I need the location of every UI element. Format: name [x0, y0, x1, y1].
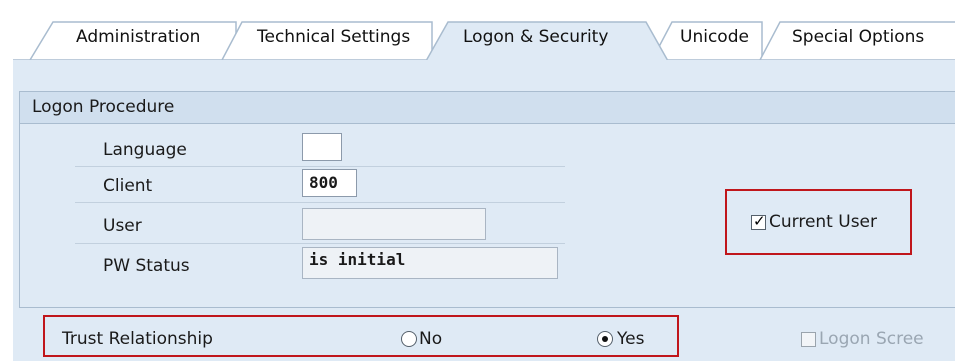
- tab-administration[interactable]: Administration: [76, 22, 200, 52]
- trust-yes-radio[interactable]: [597, 331, 613, 347]
- user-label: User: [103, 216, 142, 236]
- trust-yes-label: Yes: [617, 329, 645, 349]
- pw-status-field: is initial: [302, 247, 558, 279]
- logon-screen-checkbox: [801, 332, 816, 347]
- current-user-label: Current User: [769, 212, 878, 232]
- tab-special-options[interactable]: Special Options: [792, 22, 924, 52]
- current-user-checkbox[interactable]: ✓: [751, 212, 766, 230]
- row-divider: [75, 243, 565, 244]
- group-title: Logon Procedure: [32, 97, 175, 117]
- client-input[interactable]: 800: [302, 169, 357, 197]
- language-input[interactable]: [302, 133, 342, 161]
- tab-logon-security[interactable]: Logon & Security: [463, 22, 608, 52]
- row-divider: [75, 166, 565, 167]
- tab-strip: Administration Technical Settings Logon …: [0, 0, 955, 60]
- tab-unicode[interactable]: Unicode: [680, 22, 749, 52]
- user-input: [302, 208, 486, 240]
- radio-selected-dot: [602, 336, 608, 342]
- trust-no-label: No: [419, 329, 443, 349]
- trust-relationship-label: Trust Relationship: [62, 329, 213, 349]
- logon-screen-label: Logon Scree: [819, 329, 924, 349]
- row-divider: [75, 202, 565, 203]
- language-label: Language: [103, 140, 187, 160]
- checkmark-icon: ✓: [753, 212, 766, 230]
- tab-technical-settings[interactable]: Technical Settings: [257, 22, 410, 52]
- pw-status-label: PW Status: [103, 256, 190, 276]
- client-label: Client: [103, 176, 153, 196]
- group-header: Logon Procedure: [20, 92, 955, 124]
- trust-no-radio[interactable]: [401, 331, 417, 347]
